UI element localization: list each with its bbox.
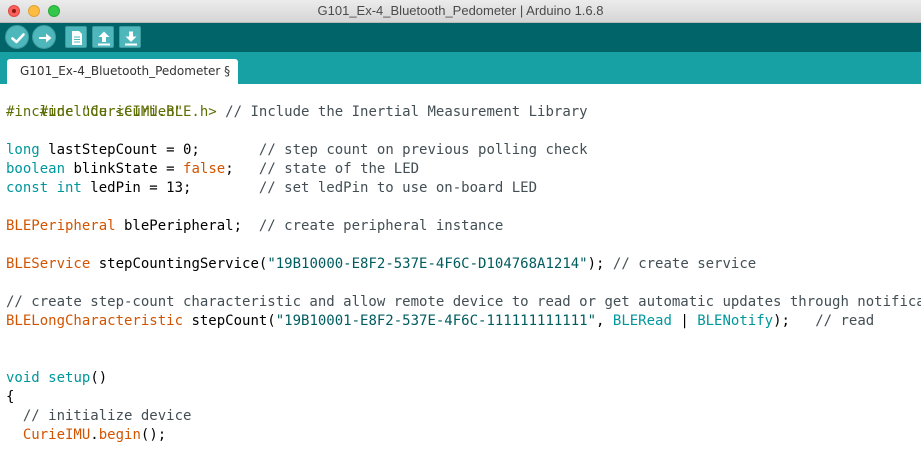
code-comment: // create service [612, 256, 757, 272]
code-token: blinkState = [65, 161, 184, 177]
code-line-17: { [6, 388, 14, 407]
window-titlebar: G101_Ex-4_Bluetooth_Pedometer | Arduino … [0, 0, 921, 23]
code-token: | [671, 313, 698, 329]
tab-sketch-file[interactable]: G101_Ex-4_Bluetooth_Pedometer § [7, 59, 239, 84]
code-keyword: long [6, 142, 40, 158]
code-token: stepCountingService( [90, 256, 268, 272]
verify-button[interactable] [5, 25, 29, 49]
code-function: begin [98, 427, 141, 443]
code-token: ); [587, 256, 613, 272]
code-line-6: const int ledPin = 13; // set ledPin to … [6, 179, 537, 198]
code-comment: // initialize device [22, 408, 192, 424]
code-type: BLEPeripheral [6, 218, 116, 234]
code-token: () [90, 370, 108, 386]
document-icon [72, 31, 82, 45]
code-type: CurieIMU [22, 427, 91, 443]
toolbar [0, 23, 921, 52]
code-keyword: boolean [6, 161, 66, 177]
code-comment: // create step-count characteristic and … [6, 294, 921, 310]
code-line-10: BLEService stepCountingService("19B10000… [6, 255, 756, 274]
code-comment: // set ledPin to use on-board LED [258, 180, 538, 196]
code-function: setup [48, 370, 91, 386]
code-token: stepCount( [183, 313, 276, 329]
code-line-5: boolean blinkState = false; // state of … [6, 160, 419, 179]
code-token: (); [140, 427, 167, 443]
code-line-19: CurieIMU.begin(); [6, 426, 166, 445]
code-comment: // state of the LED [258, 161, 420, 177]
code-editor[interactable]: #include <CurieBLE.h> #include "CurieIMU… [0, 84, 921, 456]
code-keyword: BLENotify [697, 313, 774, 329]
new-sketch-button[interactable] [65, 26, 87, 48]
checkmark-icon [11, 33, 25, 44]
code-comment: // read [815, 313, 875, 329]
code-type: BLEService [6, 256, 91, 272]
code-token: blePeripheral; [115, 218, 259, 234]
code-token: , [596, 313, 613, 329]
code-comment: // step count on previous polling check [258, 142, 588, 158]
code-line-1: #include <CurieBLE.h> [6, 84, 217, 120]
code-keyword: const int [6, 180, 82, 196]
code-line-4: long lastStepCount = 0; // step count on… [6, 141, 588, 160]
code-line-12: // create step-count characteristic and … [6, 293, 921, 312]
window-title: G101_Ex-4_Bluetooth_Pedometer | Arduino … [317, 3, 604, 18]
code-token: ); [773, 313, 816, 329]
code-line-13: BLELongCharacteristic stepCount("19B1000… [6, 312, 874, 331]
code-token: . [90, 427, 99, 443]
tab-strip: G101_Ex-4_Bluetooth_Pedometer § [0, 52, 921, 84]
save-sketch-button[interactable] [119, 26, 141, 48]
down-arrow-icon [125, 31, 137, 46]
right-arrow-icon [39, 33, 52, 43]
code-string: "19B10001-E8F2-537E-4F6C-111111111111" [275, 313, 597, 329]
code-keyword: void [6, 370, 40, 386]
code-line-2: #include "CurieIMU.h" // Include the Ine… [6, 103, 588, 122]
code-string: "19B10000-E8F2-537E-4F6C-D104768A1214" [267, 256, 588, 272]
code-token: #include "CurieIMU.h" [6, 104, 184, 120]
code-literal: false [183, 161, 226, 177]
code-line-18: // initialize device [6, 407, 192, 426]
code-line-8: BLEPeripheral blePeripheral; // create p… [6, 217, 503, 236]
code-keyword: BLERead [612, 313, 672, 329]
code-type: BLELongCharacteristic [6, 313, 184, 329]
up-arrow-icon [98, 31, 110, 46]
code-token: lastStepCount = 0; [39, 142, 200, 158]
code-token: ledPin = 13; [81, 180, 192, 196]
code-line-16: void setup() [6, 369, 107, 388]
code-token: ; [225, 161, 234, 177]
code-token: { [6, 389, 15, 405]
code-comment: // create peripheral instance [258, 218, 504, 234]
code-comment: // Include the Inertial Measurement Libr… [225, 104, 588, 120]
upload-button[interactable] [32, 25, 56, 49]
open-sketch-button[interactable] [92, 26, 114, 48]
